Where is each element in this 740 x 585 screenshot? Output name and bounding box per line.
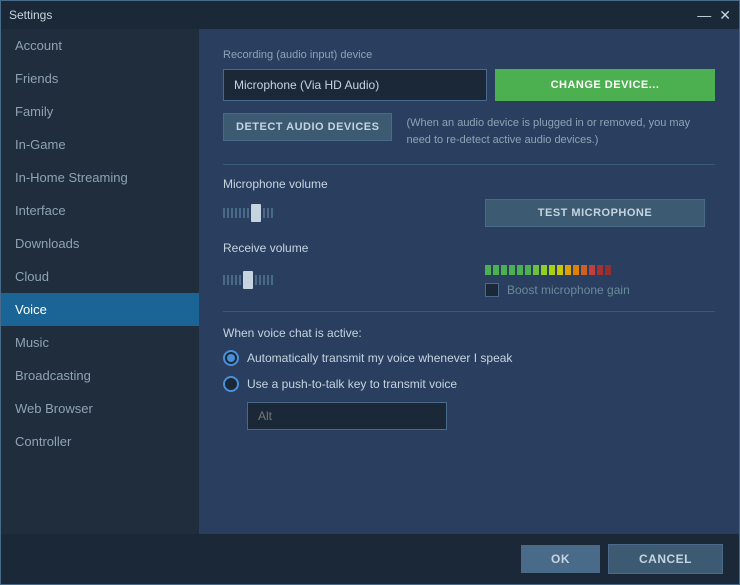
radio-auto-option: Automatically transmit my voice whenever… [223,350,715,366]
device-row: CHANGE DEVICE... [223,69,715,101]
tick [247,208,249,218]
sidebar-item-music[interactable]: Music [1,326,199,359]
divider-1 [223,164,715,165]
sidebar-item-account[interactable]: Account [1,29,199,62]
meter-bar [509,265,515,275]
sidebar-item-broadcasting[interactable]: Broadcasting [1,359,199,392]
sidebar-item-in-home-streaming[interactable]: In-Home Streaming [1,161,199,194]
meter-bar [573,265,579,275]
ok-button[interactable]: OK [521,545,600,573]
detect-audio-button[interactable]: DETECT AUDIO DEVICES [223,113,392,141]
tick [231,275,233,285]
detect-note: (When an audio device is plugged in or r… [406,113,715,148]
radio-push-label: Use a push-to-talk key to transmit voice [247,377,457,391]
boost-row: Boost microphone gain [485,283,715,297]
test-mic-panel: TEST MICROPHONE [485,199,715,227]
tick [271,208,273,218]
tick [263,275,265,285]
settings-window: Settings — ✕ Account Friends Family In-G… [0,0,740,585]
device-input[interactable] [223,69,487,101]
slider-thumb[interactable] [243,271,253,289]
close-button[interactable]: ✕ [719,8,731,22]
push-to-talk-input[interactable] [247,402,447,430]
tick [231,208,233,218]
change-device-button[interactable]: CHANGE DEVICE... [495,69,715,101]
window-title: Settings [9,8,52,22]
meter-bar [533,265,539,275]
sidebar-item-cloud[interactable]: Cloud [1,260,199,293]
meter-bar [525,265,531,275]
title-bar: Settings — ✕ [1,1,739,29]
slider-thumb[interactable] [251,204,261,222]
meter-bar [541,265,547,275]
main-content: Account Friends Family In-Game In-Home S… [1,29,739,534]
radio-push-button[interactable] [223,376,239,392]
boost-checkbox[interactable] [485,283,499,297]
microphone-volume-section: Microphone volume [223,177,715,227]
tick [235,208,237,218]
meter-bar [565,265,571,275]
meter-bar [605,265,611,275]
meter-bar [581,265,587,275]
tick [227,208,229,218]
detect-row: DETECT AUDIO DEVICES (When an audio devi… [223,113,715,148]
tick [235,275,237,285]
divider-2 [223,311,715,312]
meter-bar [485,265,491,275]
when-active-label: When voice chat is active: [223,326,715,340]
cancel-button[interactable]: CANCEL [608,544,723,574]
tick [271,275,273,285]
meter-bar [589,265,595,275]
sidebar-item-friends[interactable]: Friends [1,62,199,95]
minimize-button[interactable]: — [697,8,711,22]
window-controls: — ✕ [697,8,731,22]
recording-label: Recording (audio input) device [223,49,715,61]
receive-volume-section: Receive volume [223,241,715,297]
sidebar-item-controller[interactable]: Controller [1,425,199,458]
sidebar-item-web-browser[interactable]: Web Browser [1,392,199,425]
tick [227,275,229,285]
meter-bar [597,265,603,275]
tick [255,275,257,285]
sidebar-item-interface[interactable]: Interface [1,194,199,227]
receive-slider[interactable] [223,271,475,289]
tick [267,208,269,218]
microphone-volume-row: TEST MICROPHONE [223,199,715,227]
sidebar: Account Friends Family In-Game In-Home S… [1,29,199,534]
push-to-talk-key-row [223,402,715,430]
meter-bar [501,265,507,275]
boost-label: Boost microphone gain [507,283,630,297]
test-microphone-button[interactable]: TEST MICROPHONE [485,199,705,227]
sidebar-item-in-game[interactable]: In-Game [1,128,199,161]
tick [243,208,245,218]
receive-volume-row: Boost microphone gain [223,263,715,297]
meter-bar [517,265,523,275]
tick [223,208,225,218]
sidebar-item-family[interactable]: Family [1,95,199,128]
tick [223,275,225,285]
footer: OK CANCEL [1,534,739,584]
meter-bar [493,265,499,275]
microphone-slider[interactable] [223,204,475,222]
tick [239,275,241,285]
radio-auto-button[interactable] [223,350,239,366]
content-area: Recording (audio input) device CHANGE DE… [199,29,739,534]
meter-bar [549,265,555,275]
meter-bar [557,265,563,275]
volume-meter [485,263,705,277]
tick [239,208,241,218]
tick [259,275,261,285]
tick [267,275,269,285]
radio-auto-label: Automatically transmit my voice whenever… [247,351,512,365]
receive-volume-label: Receive volume [223,241,715,255]
tick [263,208,265,218]
radio-push-option: Use a push-to-talk key to transmit voice [223,376,715,392]
sidebar-item-voice[interactable]: Voice [1,293,199,326]
microphone-volume-label: Microphone volume [223,177,715,191]
sidebar-item-downloads[interactable]: Downloads [1,227,199,260]
receive-right-panel: Boost microphone gain [485,263,715,297]
